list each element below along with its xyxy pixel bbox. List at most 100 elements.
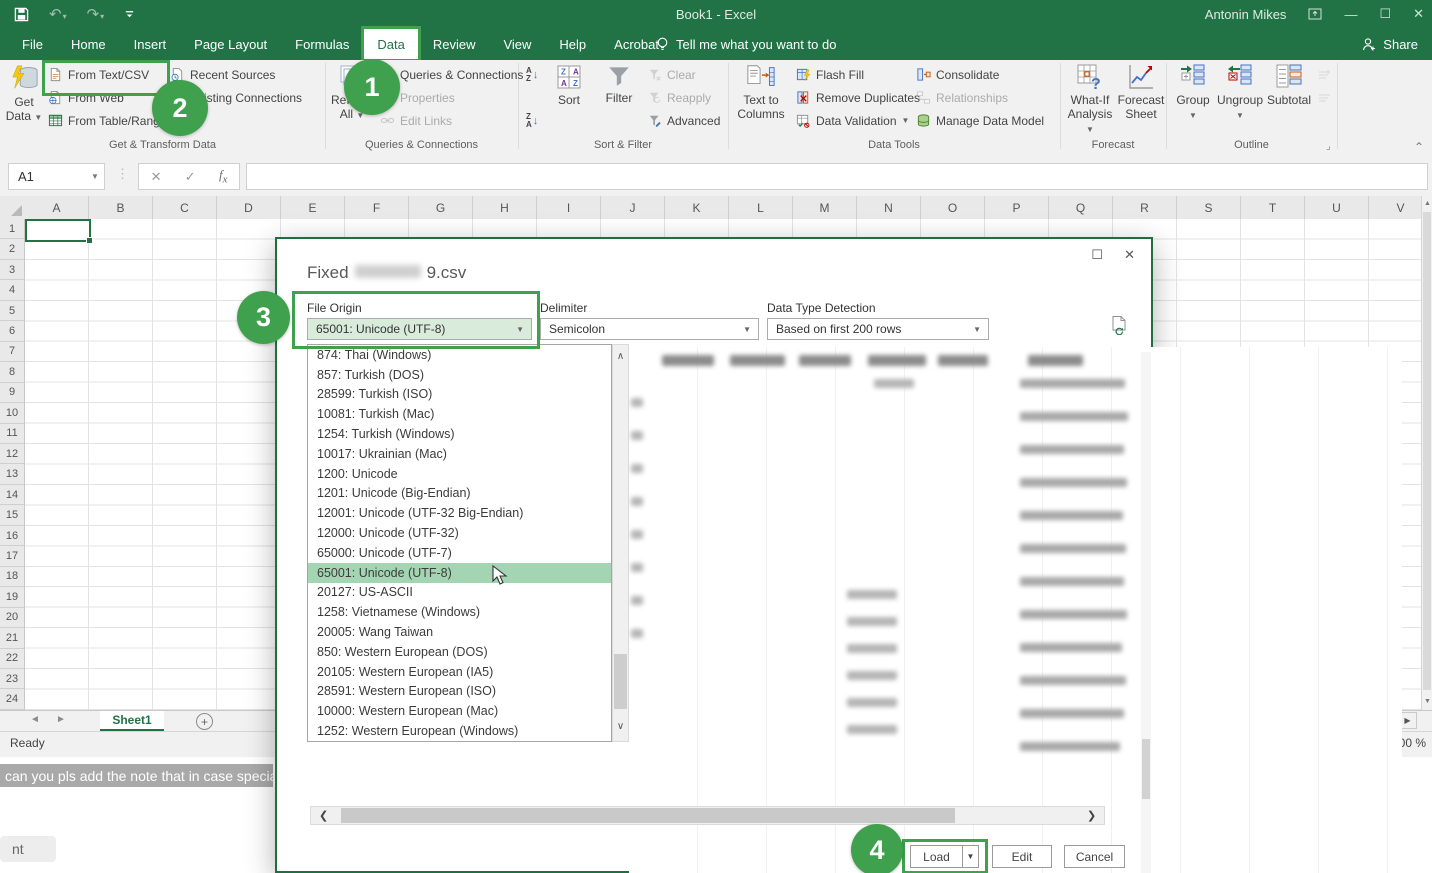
row-header[interactable]: 2: [0, 239, 24, 259]
cancel-entry-icon[interactable]: ✕: [151, 169, 162, 185]
row-header[interactable]: 10: [0, 403, 24, 423]
preview-horizontal-scroll-thumb[interactable]: [341, 808, 955, 823]
column-header[interactable]: K: [665, 196, 729, 219]
ribbon-tab[interactable]: Help: [545, 28, 600, 60]
row-header[interactable]: 20: [0, 608, 24, 628]
row-header[interactable]: 4: [0, 280, 24, 300]
advanced-filter-button[interactable]: Advanced: [648, 110, 720, 131]
column-header[interactable]: N: [857, 196, 921, 219]
encoding-option[interactable]: 65001: Unicode (UTF-8): [308, 563, 611, 583]
column-header[interactable]: R: [1113, 196, 1177, 219]
encoding-option[interactable]: 28599: Turkish (ISO): [308, 385, 611, 405]
tell-me-box[interactable]: Tell me what you want to do: [642, 28, 850, 60]
encoding-option[interactable]: 1200: Unicode: [308, 464, 611, 484]
consolidate-button[interactable]: Consolidate: [916, 64, 999, 85]
confirm-entry-icon[interactable]: ✓: [185, 169, 196, 185]
row-header[interactable]: 3: [0, 260, 24, 280]
from-text-csv-button[interactable]: From Text/CSV: [48, 64, 149, 85]
outline-dialog-launcher-icon[interactable]: ⌟: [1326, 141, 1331, 152]
row-header[interactable]: 14: [0, 485, 24, 505]
delimiter-select[interactable]: Semicolon▼: [540, 318, 759, 340]
row-header[interactable]: 24: [0, 689, 24, 709]
row-header[interactable]: 12: [0, 444, 24, 464]
column-header[interactable]: U: [1305, 196, 1369, 219]
preview-hscroll-left-icon[interactable]: ❮: [319, 809, 328, 822]
fill-handle[interactable]: [86, 237, 93, 244]
column-header[interactable]: T: [1241, 196, 1305, 219]
active-cell-a1[interactable]: [25, 219, 91, 242]
scroll-up-icon[interactable]: ▲: [1424, 200, 1431, 207]
row-header[interactable]: 16: [0, 526, 24, 546]
formula-bar-grip[interactable]: ⋮: [116, 166, 129, 182]
manage-data-model-button[interactable]: Manage Data Model: [916, 110, 1044, 131]
encoding-option[interactable]: 12000: Unicode (UTF-32): [308, 523, 611, 543]
preview-vertical-scroll-thumb[interactable]: [1142, 739, 1150, 799]
row-header[interactable]: 11: [0, 424, 24, 444]
queries-connections-button[interactable]: Queries & Connections: [380, 64, 523, 85]
encoding-option[interactable]: 12001: Unicode (UTF-32 Big-Endian): [308, 503, 611, 523]
scroll-down-icon[interactable]: ▼: [1424, 698, 1431, 705]
vertical-scroll-thumb[interactable]: [1423, 212, 1431, 690]
ribbon-tab[interactable]: View: [489, 28, 545, 60]
column-header[interactable]: B: [89, 196, 153, 219]
sheet-nav-right-icon[interactable]: ►: [56, 714, 66, 725]
encoding-option[interactable]: 850: Western European (DOS): [308, 642, 611, 662]
formula-input[interactable]: [246, 163, 1428, 190]
encoding-option[interactable]: 20105: Western European (IA5): [308, 662, 611, 682]
row-header[interactable]: 19: [0, 587, 24, 607]
flash-fill-button[interactable]: Flash Fill: [796, 64, 864, 85]
column-header[interactable]: G: [409, 196, 473, 219]
column-header[interactable]: I: [537, 196, 601, 219]
remove-duplicates-button[interactable]: Remove Duplicates: [796, 87, 920, 108]
encoding-option[interactable]: 10017: Ukrainian (Mac): [308, 444, 611, 464]
column-header[interactable]: F: [345, 196, 409, 219]
filter-button[interactable]: Filter: [598, 63, 640, 106]
row-header[interactable]: 5: [0, 301, 24, 321]
get-data-button[interactable]: Get Data ▼: [2, 63, 46, 124]
encoding-option[interactable]: 10081: Turkish (Mac): [308, 404, 611, 424]
column-header[interactable]: E: [281, 196, 345, 219]
column-header[interactable]: H: [473, 196, 537, 219]
group-button[interactable]: Group▼: [1172, 63, 1214, 122]
encoding-option[interactable]: 10000: Western European (Mac): [308, 701, 611, 721]
encoding-option[interactable]: 1201: Unicode (Big-Endian): [308, 484, 611, 504]
from-web-button[interactable]: From Web: [48, 87, 124, 108]
what-if-analysis-button[interactable]: ? What-If Analysis ▼: [1064, 63, 1116, 135]
insert-function-icon[interactable]: fx: [219, 167, 227, 186]
user-name[interactable]: Antonin Mikes: [1205, 7, 1287, 22]
share-button[interactable]: Share: [1361, 28, 1418, 60]
encoding-option[interactable]: 1254: Turkish (Windows): [308, 424, 611, 444]
encoding-option[interactable]: 874: Thai (Windows): [308, 345, 611, 365]
encoding-option[interactable]: 857: Turkish (DOS): [308, 365, 611, 385]
encoding-scroll-up-icon[interactable]: ∧: [614, 351, 627, 362]
ribbon-tab[interactable]: Formulas: [281, 28, 363, 60]
preview-hscroll-right-icon[interactable]: ❯: [1087, 809, 1096, 822]
maximize-button[interactable]: ☐: [1379, 6, 1391, 22]
ribbon-tab[interactable]: File: [8, 28, 57, 60]
name-box[interactable]: A1: [8, 163, 97, 190]
name-box-dropdown-icon[interactable]: ▼: [86, 163, 105, 190]
sort-button[interactable]: ZA AZ Sort: [548, 63, 590, 108]
row-header[interactable]: 1: [0, 219, 24, 239]
sort-ascending-button[interactable]: AZ↓: [526, 64, 538, 85]
ribbon-tab[interactable]: Data: [363, 28, 418, 60]
column-header[interactable]: L: [729, 196, 793, 219]
load-split-dropdown-icon[interactable]: ▼: [962, 845, 979, 868]
encoding-option[interactable]: 28591: Western European (ISO): [308, 682, 611, 702]
sheet-nav-left-icon[interactable]: ◄: [30, 714, 40, 725]
encoding-option[interactable]: 1258: Vietnamese (Windows): [308, 602, 611, 622]
ribbon-display-options-icon[interactable]: [1308, 8, 1322, 20]
row-header[interactable]: 13: [0, 464, 24, 484]
encoding-scroll-thumb[interactable]: [614, 654, 627, 709]
row-header[interactable]: 6: [0, 321, 24, 341]
minimize-button[interactable]: —: [1344, 7, 1357, 22]
data-validation-button[interactable]: Data Validation ▼: [796, 110, 909, 131]
file-origin-select[interactable]: 65001: Unicode (UTF-8)▼: [307, 318, 532, 340]
ribbon-tab[interactable]: Review: [419, 28, 490, 60]
column-header[interactable]: P: [985, 196, 1049, 219]
column-header[interactable]: A: [25, 196, 89, 219]
row-header[interactable]: 15: [0, 505, 24, 525]
ungroup-button[interactable]: Ungroup▼: [1216, 63, 1264, 122]
column-header[interactable]: J: [601, 196, 665, 219]
encoding-option[interactable]: 20127: US-ASCII: [308, 583, 611, 603]
